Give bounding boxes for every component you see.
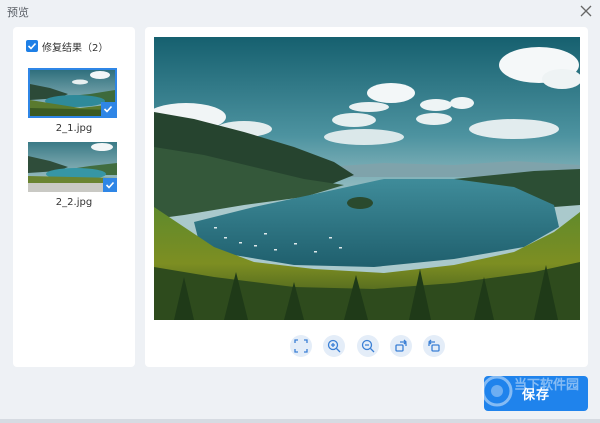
preview-panel [145,27,588,367]
close-icon [580,5,592,17]
results-panel: 修复结果（2） 2_1.jpg 2_2.jpg [13,27,135,367]
save-button[interactable]: 保存 [484,376,588,411]
zoom-out-button[interactable] [357,335,379,357]
zoom-in-button[interactable] [323,335,345,357]
rotate-right-icon [395,339,407,352]
zoom-out-icon [361,339,375,353]
selected-check-icon [103,178,117,192]
thumbnail-2-2[interactable] [28,142,117,192]
zoom-in-icon [327,339,341,353]
fit-screen-button[interactable] [290,335,312,357]
fit-screen-icon [294,339,308,353]
save-label: 保存 [521,387,550,402]
thumbnail-filename: 2_1.jpg [55,123,93,134]
selected-check-icon [101,102,115,116]
close-button[interactable] [576,1,596,21]
landscape-preview-image [154,37,580,320]
checkbox-checked-icon [26,40,38,52]
preview-image [154,37,580,320]
rotate-left-button[interactable] [423,335,445,357]
select-all-checkbox[interactable]: 修复结果（2） [26,39,109,54]
bottom-edge [0,419,600,423]
results-label: 修复结果（2） [42,42,109,54]
rotate-right-button[interactable] [390,335,412,357]
window-title: 预览 [7,6,29,19]
thumbnail-2-1[interactable] [28,68,117,118]
thumbnail-filename: 2_2.jpg [55,197,93,208]
title-bar: 预览 [0,0,600,22]
preview-toolbar [145,335,588,357]
rotate-left-icon [428,339,440,352]
